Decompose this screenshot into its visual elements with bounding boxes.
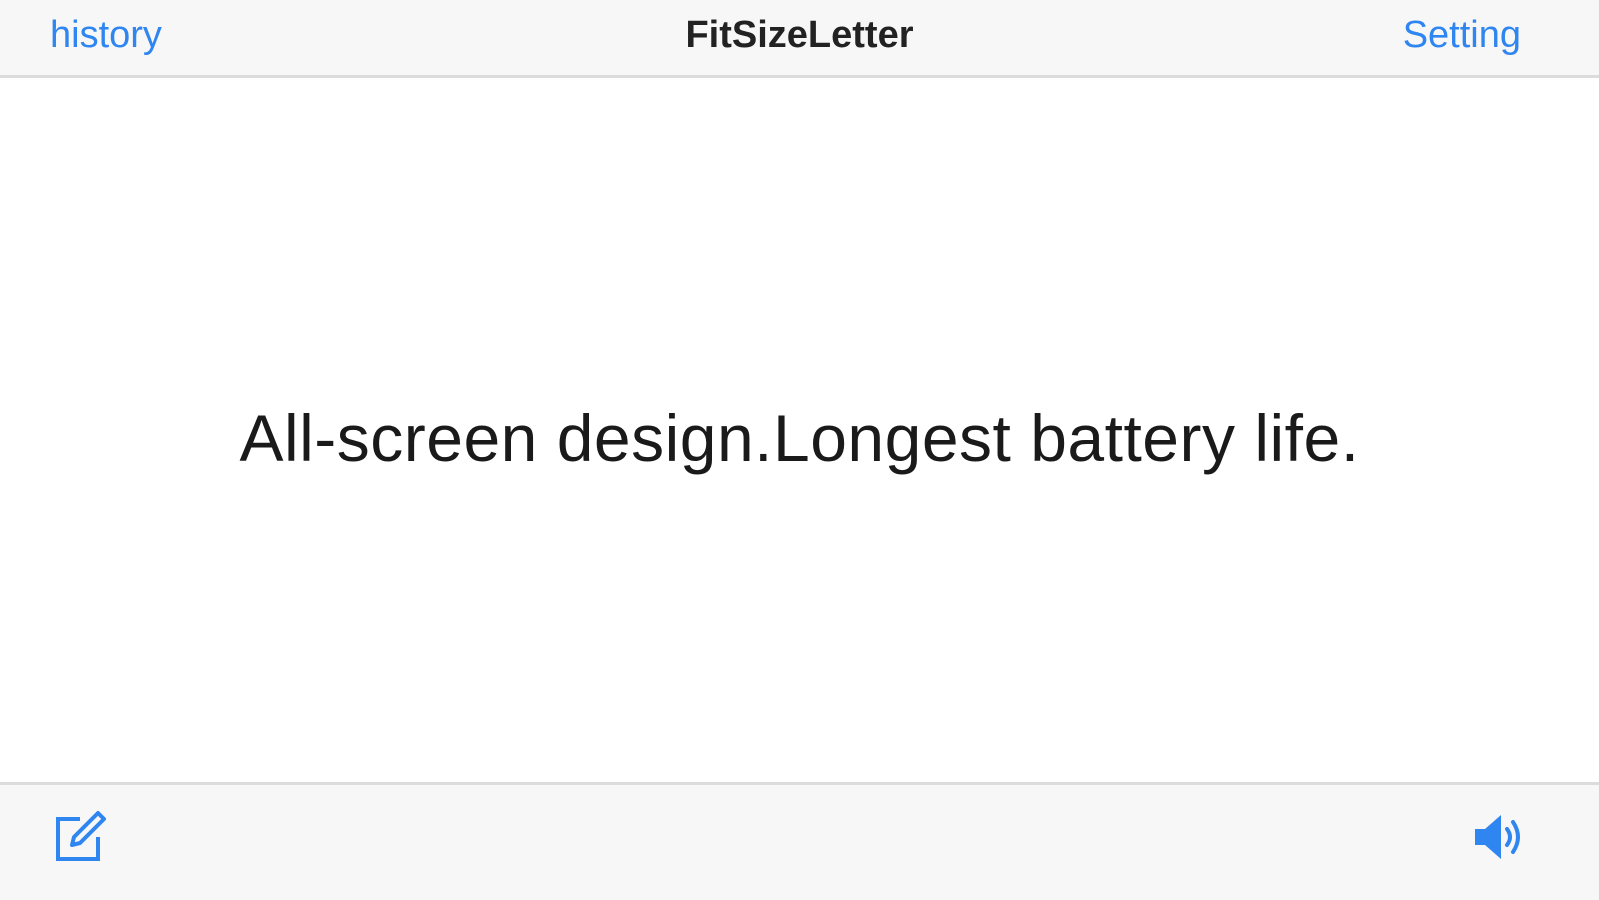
display-text: All-screen design.Longest battery life.	[239, 401, 1360, 475]
bottom-toolbar	[0, 782, 1599, 900]
display-area: All-screen design.Longest battery life.	[0, 78, 1599, 782]
setting-button[interactable]: Setting	[1403, 14, 1521, 57]
speaker-icon	[1475, 815, 1520, 859]
speaker-button[interactable]	[1471, 809, 1529, 865]
compose-icon	[56, 811, 106, 861]
navigation-bar: history FitSizeLetter Setting	[0, 0, 1599, 78]
compose-button[interactable]	[52, 809, 108, 865]
app-title: FitSizeLetter	[685, 14, 914, 56]
